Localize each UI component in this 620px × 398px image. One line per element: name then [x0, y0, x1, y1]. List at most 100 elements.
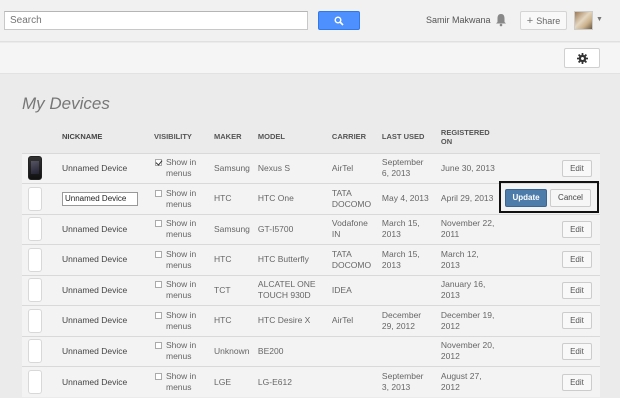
nickname-cell: Unnamed Device: [58, 152, 150, 184]
visibility-cell: Show in menus: [150, 305, 210, 336]
share-button[interactable]: + Share: [520, 11, 567, 30]
maker-cell: TCT: [210, 274, 254, 306]
show-in-menus-checkbox[interactable]: [155, 373, 162, 380]
registered-cell: August 27, 2012: [436, 366, 503, 397]
table-row: Unnamed Device Show in menus Samsung GT-I57…: [22, 213, 600, 245]
nickname-cell: Unnamed Device: [58, 274, 150, 306]
header-carrier[interactable]: CARRIER: [328, 121, 378, 153]
header-model[interactable]: MODEL: [254, 121, 328, 153]
edit-button[interactable]: Edit: [562, 159, 592, 177]
show-in-menus-label: Show in menus: [166, 248, 197, 270]
avatar[interactable]: [574, 11, 593, 30]
phone-icon: [28, 156, 42, 181]
device-image-cell: [22, 213, 58, 245]
edit-button[interactable]: Edit: [562, 373, 592, 391]
update-button[interactable]: Update: [505, 189, 547, 207]
header-last-used[interactable]: LAST USED: [378, 121, 437, 153]
nickname-text: Unnamed Device: [62, 162, 128, 173]
actions-cell: Edit: [502, 335, 600, 367]
model-cell: BE200: [253, 335, 328, 367]
show-in-menus-checkbox[interactable]: [155, 159, 162, 167]
show-in-menus-label: Show in menus: [166, 279, 197, 301]
visibility-cell: Show in menus: [150, 244, 210, 275]
actions-cell: Edit: [502, 366, 600, 397]
maker-cell: Unknown: [210, 335, 254, 367]
nickname-text: Unnamed Device: [62, 345, 128, 356]
maker-cell: LGE: [210, 366, 254, 397]
show-in-menus-checkbox[interactable]: [155, 342, 162, 350]
edit-button[interactable]: Edit: [562, 251, 592, 269]
table-header-row: NICKNAME VISIBILITY MAKER MODEL CARRIER …: [22, 121, 600, 153]
show-in-menus-checkbox[interactable]: [155, 250, 162, 258]
show-in-menus-label: Show in menus: [166, 371, 197, 392]
phone-icon: [28, 186, 42, 211]
edit-button[interactable]: Edit: [562, 312, 592, 330]
page-title: My Devices: [22, 94, 110, 113]
nickname-input[interactable]: [62, 191, 138, 206]
registered-cell: April 29, 2013: [436, 183, 503, 214]
carrier-cell: Vodafone IN: [327, 213, 378, 245]
table-row: Unnamed Device Show in menus Samsung Nexus …: [22, 152, 600, 184]
settings-button[interactable]: [564, 48, 600, 68]
show-in-menus-checkbox[interactable]: [155, 281, 162, 289]
nickname-cell: Unnamed Device: [58, 244, 150, 275]
last-used-cell: March 15, 2013: [377, 244, 437, 275]
phone-icon: [28, 278, 42, 303]
carrier-cell: IDEA: [327, 274, 378, 306]
show-in-menus-checkbox[interactable]: [155, 220, 162, 228]
bell-icon[interactable]: [495, 13, 507, 27]
show-in-menus-label: Show in menus: [166, 187, 197, 209]
show-in-menus-label: Show in menus: [166, 157, 197, 179]
nickname-text: Unnamed Device: [62, 223, 128, 234]
device-image-cell: [22, 183, 58, 214]
phone-icon: [28, 308, 42, 333]
show-in-menus-label: Show in menus: [166, 218, 197, 240]
registered-cell: January 16, 2013: [436, 274, 503, 306]
actions-cell: Edit: [502, 152, 600, 184]
cancel-button[interactable]: Cancel: [550, 189, 591, 207]
user-name[interactable]: Samir Makwana: [426, 15, 491, 25]
device-image-cell: [22, 244, 58, 275]
table-row: Unnamed Device Show in menus LGE LG-E612 Sep…: [22, 366, 600, 397]
model-cell: LG-E612: [253, 366, 328, 397]
maker-cell: Samsung: [210, 152, 254, 184]
last-used-cell: December 29, 2012: [377, 305, 437, 336]
device-image-cell: [22, 366, 58, 397]
header-visibility[interactable]: VISIBILITY: [150, 121, 210, 153]
edit-button[interactable]: Edit: [562, 342, 592, 360]
show-in-menus-label: Show in menus: [166, 340, 197, 362]
plus-icon: +: [526, 14, 534, 27]
last-used-cell: September 3, 2013: [377, 366, 437, 397]
edit-button[interactable]: Edit: [562, 281, 592, 299]
edit-button[interactable]: Edit: [562, 220, 592, 238]
maker-cell: HTC: [210, 183, 254, 214]
header-nickname[interactable]: NICKNAME: [58, 121, 150, 153]
show-in-menus-checkbox[interactable]: [155, 189, 162, 197]
header-registered[interactable]: REGISTERED ON: [437, 121, 503, 153]
last-used-cell: March 15, 2013: [377, 213, 437, 245]
phone-icon: [28, 339, 42, 364]
search-button[interactable]: [318, 11, 360, 30]
carrier-cell: [327, 335, 378, 367]
maker-cell: HTC: [210, 244, 254, 275]
phone-icon: [28, 217, 42, 242]
nickname-cell: Unnamed Device: [58, 305, 150, 336]
carrier-cell: TATA DOCOMO: [327, 183, 378, 214]
model-cell: ALCATEL ONE TOUCH 930D: [253, 274, 328, 306]
table-row: Unnamed Device Show in menus HTC HTC Desire…: [22, 305, 600, 336]
chevron-down-icon[interactable]: ▼: [596, 16, 603, 23]
model-cell: GT-I5700: [253, 213, 328, 245]
registered-cell: November 20, 2012: [436, 335, 503, 367]
search-input[interactable]: [4, 11, 308, 30]
device-image-cell: [22, 305, 58, 336]
nickname-text: Unnamed Device: [62, 315, 128, 326]
nickname-cell: Unnamed Device: [58, 366, 150, 397]
show-in-menus-checkbox[interactable]: [155, 311, 162, 319]
carrier-cell: [327, 366, 378, 397]
carrier-cell: TATA DOCOMO: [327, 244, 378, 275]
nickname-text: Unnamed Device: [62, 376, 128, 387]
actions-cell: Edit: [502, 213, 600, 245]
header-maker[interactable]: MAKER: [210, 121, 254, 153]
table-row: Unnamed Device Show in menus HTC HTC Butter…: [22, 244, 600, 275]
device-image-cell: [22, 152, 58, 184]
